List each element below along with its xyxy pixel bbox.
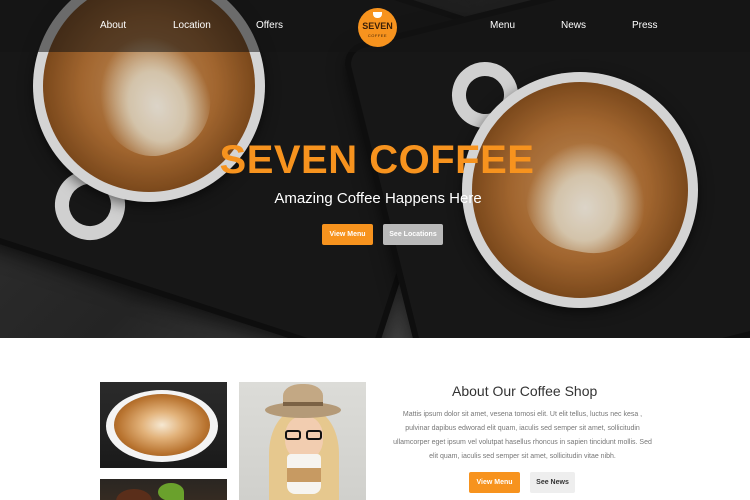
see-news-button[interactable]: See News <box>530 472 575 493</box>
nav-item-menu[interactable]: Menu <box>490 20 515 31</box>
woman-with-coffee-photo <box>239 382 366 500</box>
nav-item-offers[interactable]: Offers <box>256 20 283 31</box>
nav-item-press[interactable]: Press <box>632 20 658 31</box>
logo-subtitle: COFFEE <box>367 33 388 38</box>
view-menu-button[interactable]: View Menu <box>322 224 373 245</box>
logo-name: SEVEN <box>362 21 393 31</box>
hero-tagline: Amazing Coffee Happens Here <box>274 190 482 207</box>
hero-title: SEVEN COFFEE <box>219 138 535 182</box>
nav-item-location[interactable]: Location <box>173 20 211 31</box>
top-navigation: About Location Offers SEVEN COFFEE Menu … <box>0 0 750 52</box>
about-description: Mattis ipsum dolor sit amet, vesena tomo… <box>393 411 652 460</box>
nav-item-about[interactable]: About <box>100 20 126 31</box>
view-menu-button[interactable]: View Menu <box>469 472 520 493</box>
about-title: About Our Coffee Shop <box>452 383 598 399</box>
latte-photo <box>100 382 227 468</box>
nav-item-news[interactable]: News <box>561 20 586 31</box>
brand-logo[interactable]: SEVEN COFFEE <box>358 8 397 47</box>
muffin-photo <box>100 479 227 500</box>
see-locations-button[interactable]: See Locations <box>383 224 443 245</box>
coffee-cup-icon <box>373 12 382 18</box>
